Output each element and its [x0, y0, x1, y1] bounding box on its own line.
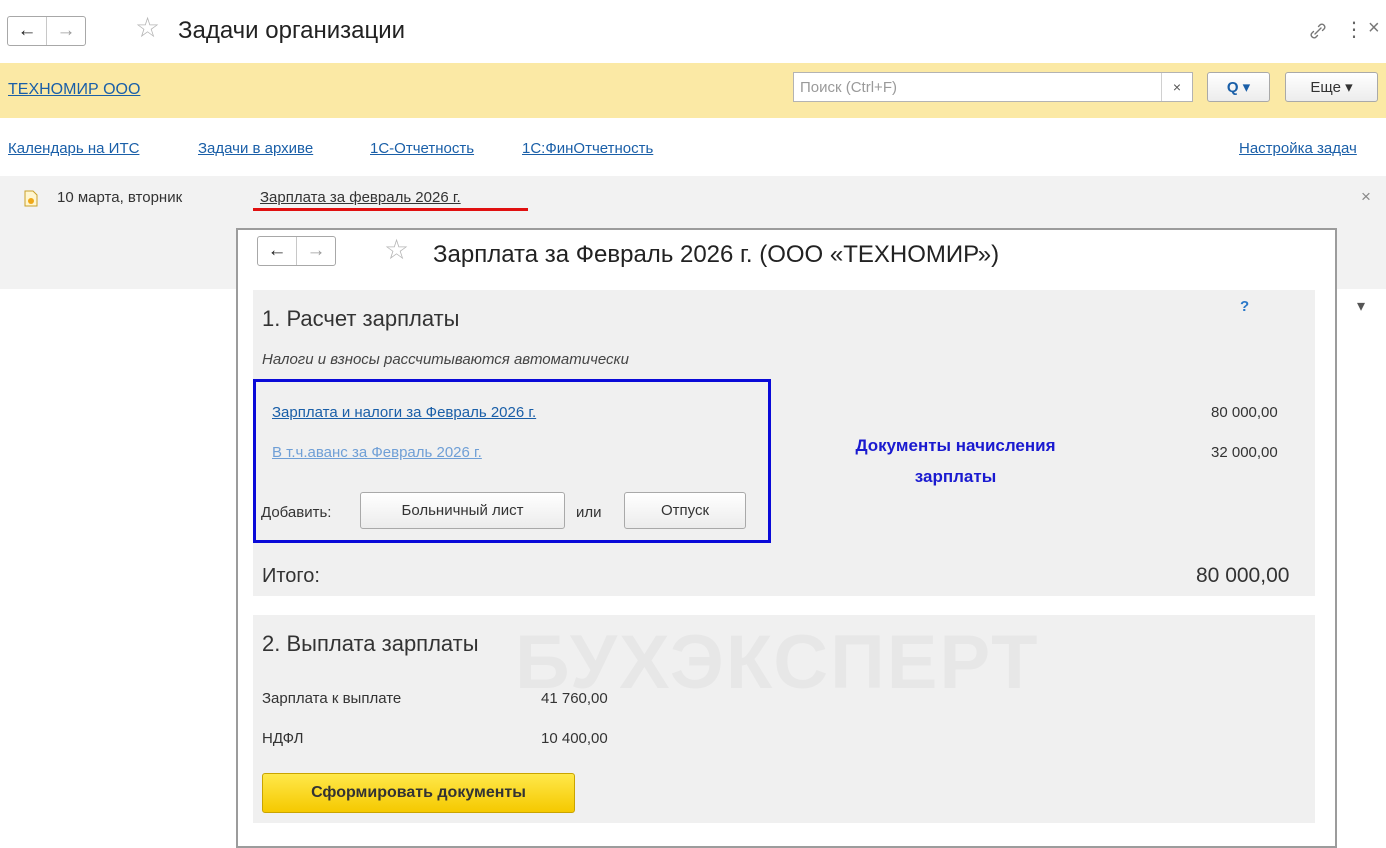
form-back-button[interactable]: ← [258, 237, 296, 265]
link-1c-reporting[interactable]: 1С-Отчетность [370, 140, 474, 157]
auto-calc-note: Налоги и взносы рассчитываются автоматич… [262, 351, 629, 368]
advance-amount: 32 000,00 [1211, 444, 1278, 461]
task-close-icon[interactable]: × [1361, 187, 1371, 207]
search-input[interactable] [794, 73, 1166, 101]
back-button[interactable]: ← [8, 17, 46, 45]
sick-leave-button-label: Больничный лист [401, 502, 524, 519]
form-forward-button[interactable]: → [296, 237, 335, 265]
advance-link[interactable]: В т.ч.аванс за Февраль 2026 г. [272, 444, 482, 461]
form-favorite-star-icon[interactable]: ☆ [384, 236, 409, 264]
pay-label: Зарплата к выплате [262, 690, 402, 707]
expand-icon[interactable]: ▾ [1357, 296, 1365, 316]
nav-buttons: ← → [7, 16, 86, 46]
organization-bar: ТЕХНОМИР ООО × Q ▾ Еще ▾ [0, 63, 1386, 118]
salary-payment-section: БУХЭКСПЕРТ 2. Выплата зарплаты Зарплата … [253, 615, 1315, 823]
more-menu-icon[interactable]: ⋮ [1344, 17, 1364, 42]
arrow-right-icon: → [56, 20, 76, 41]
arrow-left-icon: ← [17, 20, 37, 41]
total-label: Итого: [262, 565, 320, 587]
link-task-settings[interactable]: Настройка задач [1239, 140, 1357, 157]
vacation-button-label: Отпуск [660, 502, 710, 519]
or-label: или [576, 504, 602, 521]
generate-documents-button[interactable]: Сформировать документы [262, 773, 575, 813]
arrow-right-icon: → [306, 240, 326, 261]
favorite-star-icon[interactable]: ☆ [135, 14, 160, 42]
salary-form-window: ← → ☆ Зарплата за Февраль 2026 г. (ООО «… [236, 228, 1337, 848]
vacation-button[interactable]: Отпуск [624, 492, 746, 529]
salary-calc-section: ? 1. Расчет зарплаты Налоги и взносы рас… [253, 290, 1315, 596]
annotation-documents: Документы начисления зарплаты [855, 436, 1056, 486]
sick-leave-button[interactable]: Больничный лист [360, 492, 565, 529]
task-title-link[interactable]: Зарплата за февраль 2026 г. [260, 189, 461, 206]
salary-taxes-amount: 80 000,00 [1211, 404, 1278, 421]
section2-heading: 2. Выплата зарплаты [262, 631, 479, 656]
link-its-calendar[interactable]: Календарь на ИТС [8, 140, 139, 157]
page-title: Задачи организации [178, 17, 406, 44]
salary-taxes-link[interactable]: Зарплата и налоги за Февраль 2026 г. [272, 404, 536, 421]
more-button[interactable]: Еще ▾ [1285, 72, 1378, 102]
link-icon[interactable] [1307, 20, 1329, 42]
task-date: 10 марта, вторник [57, 189, 183, 206]
more-button-label: Еще ▾ [1310, 79, 1353, 96]
pay-amount: 41 760,00 [541, 690, 608, 707]
form-title: Зарплата за Февраль 2026 г. (ООО «ТЕХНОМ… [433, 241, 1000, 268]
search-clear-button[interactable]: × [1161, 73, 1192, 101]
search-button[interactable]: Q ▾ [1207, 72, 1270, 102]
link-1c-finreporting[interactable]: 1С:ФинОтчетность [522, 140, 653, 157]
arrow-left-icon: ← [267, 240, 287, 261]
link-archive-tasks[interactable]: Задачи в архиве [198, 140, 313, 157]
generate-documents-label: Сформировать документы [311, 784, 526, 801]
form-nav-buttons: ← → [257, 236, 336, 266]
clear-icon: × [1172, 79, 1182, 95]
ndfl-label: НДФЛ [262, 730, 304, 747]
task-red-underline [253, 208, 528, 211]
close-icon[interactable]: × [1368, 17, 1380, 40]
total-amount: 80 000,00 [1196, 564, 1290, 587]
task-document-icon [24, 190, 38, 207]
add-label: Добавить: [261, 504, 332, 521]
search-icon: Q ▾ [1226, 79, 1251, 96]
ndfl-amount: 10 400,00 [541, 730, 608, 747]
search-box: × [793, 72, 1193, 102]
section1-heading: 1. Расчет зарплаты [262, 306, 460, 331]
forward-button[interactable]: → [46, 17, 85, 45]
help-icon[interactable]: ? [1240, 298, 1249, 315]
organization-link[interactable]: ТЕХНОМИР ООО [8, 81, 140, 99]
